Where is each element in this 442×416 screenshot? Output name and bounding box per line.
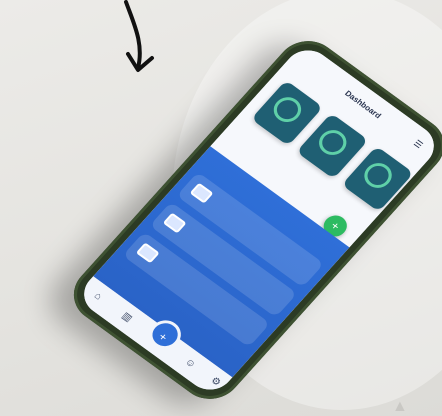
phone-body: Dashboard ☰ + ⌂ ▥ + ☺ ⚙ (61, 29, 442, 411)
cursor-icon: ▲ (392, 398, 408, 415)
chart-icon[interactable]: ▥ (119, 310, 134, 324)
users-icon[interactable]: ☺ (182, 356, 198, 370)
settings-icon[interactable]: ⚙ (208, 375, 223, 388)
calendar-icon (135, 242, 160, 264)
phone-mockup: Dashboard ☰ + ⌂ ▥ + ☺ ⚙ (14, 0, 442, 416)
progress-ring-icon (268, 92, 307, 127)
progress-ring-icon (313, 125, 353, 160)
calendar-icon (189, 182, 214, 204)
calendar-icon (162, 212, 187, 234)
add-icon: + (155, 329, 171, 345)
phone-screen: Dashboard ☰ + ⌂ ▥ + ☺ ⚙ (74, 41, 442, 399)
progress-ring-icon (358, 158, 398, 193)
home-icon[interactable]: ⌂ (92, 291, 104, 303)
add-icon: + (327, 218, 343, 234)
product-scene: Dashboard ☰ + ⌂ ▥ + ☺ ⚙ ▲ (0, 0, 442, 416)
